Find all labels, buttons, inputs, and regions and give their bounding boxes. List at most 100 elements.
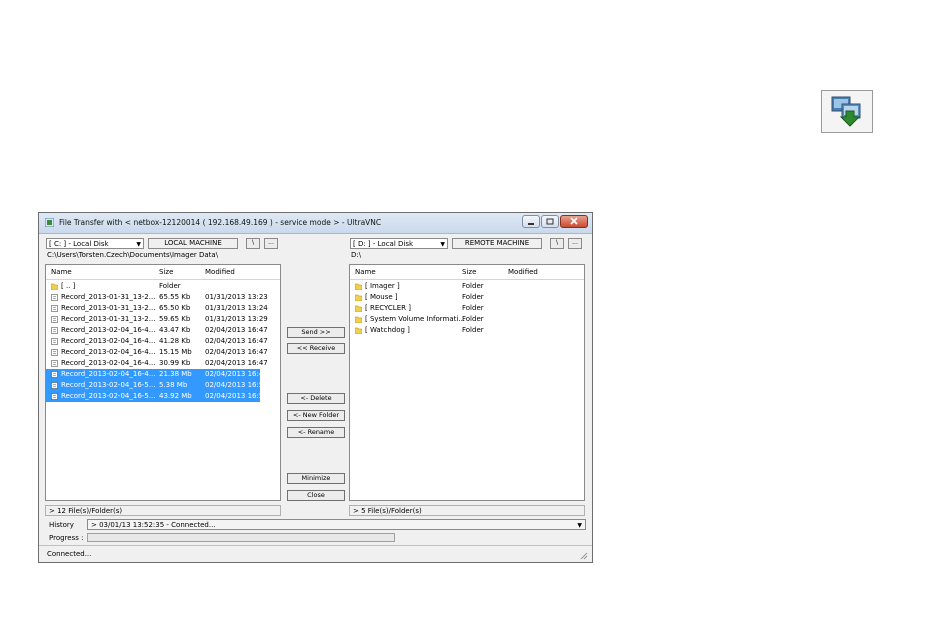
row-size: 65.50 Kb xyxy=(159,304,191,312)
row-modified: 01/31/2013 13:29 xyxy=(205,315,268,323)
row-size: 21.38 Mb xyxy=(159,370,192,378)
maximize-window-button[interactable] xyxy=(541,215,559,228)
rename-button[interactable]: <- Rename xyxy=(287,427,345,438)
table-row[interactable]: [ RECYCLER ] Folder xyxy=(350,303,564,314)
file-icon xyxy=(51,316,58,323)
remote-list-header: Name Size Modified xyxy=(350,265,584,280)
local-col-size[interactable]: Size xyxy=(159,268,173,276)
table-row[interactable]: [ Watchdog ] Folder xyxy=(350,325,564,336)
file-icon xyxy=(51,338,58,345)
row-modified: 02/04/2013 16:48 xyxy=(205,370,268,378)
row-name: [ Watchdog ] xyxy=(365,326,410,334)
file-icon xyxy=(51,294,58,301)
history-label: History xyxy=(49,521,74,529)
row-modified: 02/04/2013 16:50 xyxy=(205,381,268,389)
history-select[interactable]: > 03/01/13 13:52:35 - Connected... ▼ xyxy=(87,519,586,530)
table-row[interactable]: Record_2013-02-04_16-4... 21.38 Mb 02/04/2… xyxy=(46,369,268,380)
row-name: Record_2013-02-04_16-4... xyxy=(61,370,156,378)
close-window-button[interactable] xyxy=(560,215,588,228)
chevron-down-icon: ▼ xyxy=(136,241,141,248)
local-list-header: Name Size Modified xyxy=(46,265,280,280)
remote-machine-label: REMOTE MACHINE xyxy=(452,238,542,249)
local-root-button[interactable]: \ xyxy=(246,238,260,249)
remote-root-button[interactable]: \ xyxy=(550,238,564,249)
remote-drive-select[interactable]: [ D: ] - Local Disk ▼ xyxy=(350,238,448,249)
row-size: Folder xyxy=(159,282,181,290)
table-row[interactable]: [ System Volume Informati... Folder xyxy=(350,314,564,325)
delete-button[interactable]: <- Delete xyxy=(287,393,345,404)
row-modified: 02/04/2013 16:47 xyxy=(205,359,268,367)
file-icon xyxy=(51,327,58,334)
remote-count-strip: > 5 File(s)/Folder(s) xyxy=(349,505,585,516)
folder-icon xyxy=(355,305,362,312)
row-size: Folder xyxy=(462,326,484,334)
chevron-down-icon: ▼ xyxy=(577,522,582,529)
row-size: 30.99 Kb xyxy=(159,359,191,367)
row-name: Record_2013-02-04_16-4... xyxy=(61,359,156,367)
row-size: 43.47 Kb xyxy=(159,326,191,334)
local-up-button[interactable]: ... xyxy=(264,238,278,249)
row-name: Record_2013-01-31_13-2... xyxy=(61,293,156,301)
table-row[interactable]: Record_2013-02-04_16-4... 41.28 Kb 02/04/2… xyxy=(46,336,268,347)
close-button[interactable]: Close xyxy=(287,490,345,501)
remote-col-modified[interactable]: Modified xyxy=(508,268,538,276)
local-path: C:\Users\Torsten.Czech\Documents\Imager … xyxy=(47,251,219,259)
remote-up-button[interactable]: ... xyxy=(568,238,582,249)
table-row[interactable]: Record_2013-01-31_13-2... 59.65 Kb 01/31/2… xyxy=(46,314,268,325)
file-icon xyxy=(51,371,58,378)
minimize-button[interactable]: Minimize xyxy=(287,473,345,484)
row-size: 43.92 Mb xyxy=(159,392,192,400)
table-row[interactable]: Record_2013-02-04_16-4... 15.15 Mb 02/04/2… xyxy=(46,347,268,358)
row-size: Folder xyxy=(462,282,484,290)
minimize-icon xyxy=(528,223,534,225)
local-col-modified[interactable]: Modified xyxy=(205,268,235,276)
table-row[interactable]: Record_2013-02-04_16-4... 30.99 Kb 02/04/2… xyxy=(46,358,268,369)
table-row[interactable]: Record_2013-02-04_16-5... 5.38 Mb 02/04/20… xyxy=(46,380,268,391)
row-modified: 01/31/2013 13:24 xyxy=(205,304,268,312)
file-transfer-icon xyxy=(831,96,861,127)
row-name: Record_2013-02-04_16-4... xyxy=(61,348,156,356)
status-text: Connected... xyxy=(47,550,92,558)
minimize-window-button[interactable] xyxy=(522,215,540,228)
row-size: 59.65 Kb xyxy=(159,315,191,323)
local-col-name[interactable]: Name xyxy=(51,268,72,276)
window-title: File Transfer with < netbox-12120014 ( 1… xyxy=(59,218,382,227)
new-folder-button[interactable]: <- New Folder xyxy=(287,410,345,421)
maximize-icon xyxy=(546,218,554,225)
row-name: [ Mouse ] xyxy=(365,293,398,301)
send-button[interactable]: Send >> xyxy=(287,327,345,338)
file-transfer-window: File Transfer with < netbox-12120014 ( 1… xyxy=(38,212,593,563)
local-drive-value: [ C: ] - Local Disk xyxy=(49,240,109,248)
local-file-list[interactable]: Name Size Modified [ .. ] Folder Record_20… xyxy=(45,264,281,501)
ultravnc-icon xyxy=(45,218,54,227)
remote-col-name[interactable]: Name xyxy=(355,268,376,276)
table-row[interactable]: [ Imager ] Folder xyxy=(350,281,564,292)
remote-file-list[interactable]: Name Size Modified [ Imager ] Folder [ Mou… xyxy=(349,264,585,501)
row-name: [ .. ] xyxy=(61,282,76,290)
remote-path: D:\ xyxy=(351,251,362,259)
folder-icon xyxy=(355,294,362,301)
table-row[interactable]: Record_2013-01-31_13-2... 65.50 Kb 01/31/2… xyxy=(46,303,268,314)
table-row[interactable]: [ Mouse ] Folder xyxy=(350,292,564,303)
row-size: Folder xyxy=(462,315,484,323)
local-drive-select[interactable]: [ C: ] - Local Disk ▼ xyxy=(46,238,144,249)
resize-grip-icon[interactable] xyxy=(580,552,588,560)
table-row[interactable]: Record_2013-02-04_16-4... 43.47 Kb 02/04/2… xyxy=(46,325,268,336)
row-size: 5.38 Mb xyxy=(159,381,188,389)
table-row[interactable]: [ .. ] Folder xyxy=(46,281,260,292)
file-icon xyxy=(51,360,58,367)
row-name: [ Imager ] xyxy=(365,282,400,290)
receive-button[interactable]: << Receive xyxy=(287,343,345,354)
table-row[interactable]: Record_2013-01-31_13-2... 65.55 Kb 01/31/2… xyxy=(46,292,268,303)
folder-icon xyxy=(355,327,362,334)
status-bar: Connected... xyxy=(39,545,592,563)
local-count-strip: > 12 File(s)/Folder(s) xyxy=(45,505,281,516)
remote-col-size[interactable]: Size xyxy=(462,268,476,276)
row-modified: 02/04/2013 16:47 xyxy=(205,348,268,356)
row-modified: 02/04/2013 16:47 xyxy=(205,337,268,345)
row-name: [ System Volume Informati... xyxy=(365,315,466,323)
file-transfer-app-icon[interactable] xyxy=(821,90,873,133)
table-row[interactable]: Record_2013-02-04_16-5... 43.92 Mb 02/04/2… xyxy=(46,391,268,402)
chevron-down-icon: ▼ xyxy=(440,241,445,248)
row-size: 15.15 Mb xyxy=(159,348,192,356)
